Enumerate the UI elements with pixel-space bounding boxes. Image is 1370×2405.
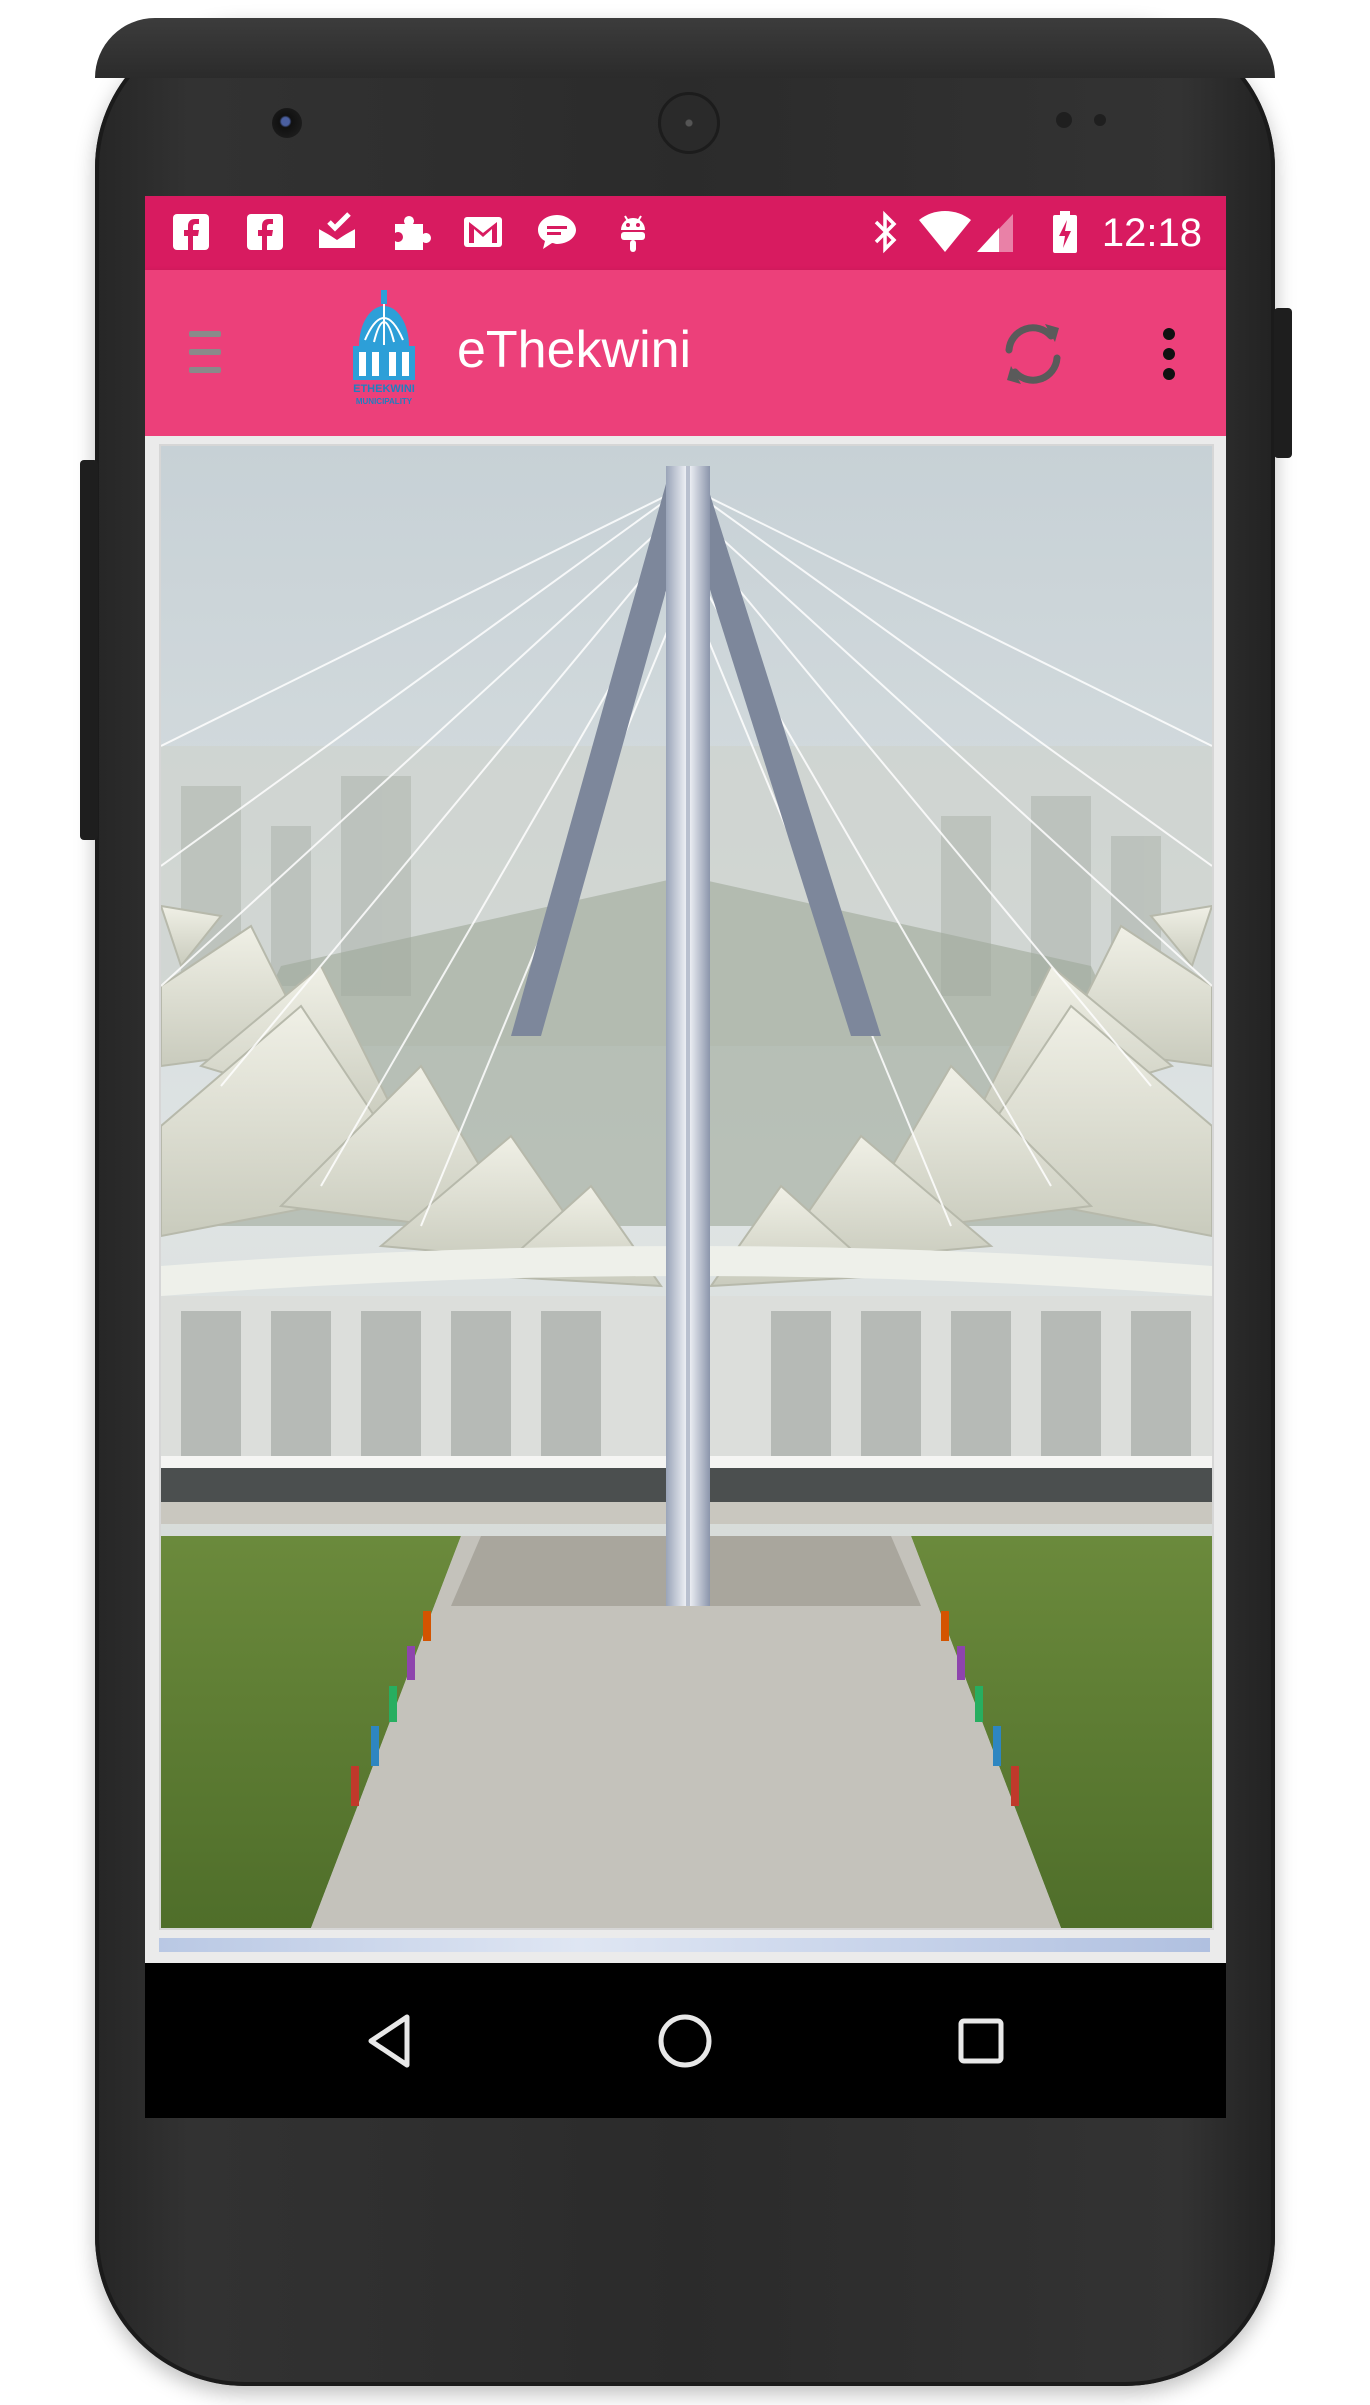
proximity-sensor — [1056, 112, 1072, 128]
content-area — [145, 436, 1226, 1963]
recents-icon[interactable] — [949, 2009, 1013, 2073]
svg-text:ETHEKWINI: ETHEKWINI — [353, 383, 415, 395]
chat-bubble-icon — [535, 210, 579, 254]
device-screen: 12:18 ETHEKWINI MUNICIPALITY eThekwini — [145, 196, 1226, 2118]
wifi-icon — [915, 210, 975, 254]
bluetooth-icon — [863, 210, 907, 254]
content-divider — [159, 1938, 1210, 1952]
phone-bevel — [95, 18, 1275, 78]
home-icon[interactable] — [653, 2009, 717, 2073]
stadium-image[interactable] — [159, 444, 1214, 1930]
menu-icon[interactable] — [185, 325, 229, 381]
navigation-bar — [145, 1963, 1226, 2118]
facebook-icon — [169, 210, 213, 254]
gmail-icon — [461, 210, 505, 254]
status-bar: 12:18 — [145, 196, 1226, 270]
volume-button — [80, 460, 98, 840]
light-sensor — [1094, 114, 1106, 126]
app-toolbar: ETHEKWINI MUNICIPALITY eThekwini — [145, 270, 1226, 436]
front-camera — [272, 108, 302, 138]
svg-text:MUNICIPALITY: MUNICIPALITY — [356, 397, 413, 406]
inbox-check-icon — [315, 210, 359, 254]
android-icon — [611, 210, 655, 254]
more-vert-icon[interactable] — [1149, 324, 1189, 384]
cell-signal-icon — [973, 210, 1017, 254]
puzzle-icon — [389, 210, 433, 254]
status-time: 12:18 — [1101, 211, 1202, 255]
earpiece-speaker — [658, 92, 720, 154]
back-icon[interactable] — [359, 2009, 423, 2073]
app-title: eThekwini — [457, 321, 692, 379]
facebook-icon — [243, 210, 287, 254]
battery-charging-icon — [1043, 210, 1087, 254]
ethekwini-logo: ETHEKWINI MUNICIPALITY — [339, 290, 429, 408]
power-button — [1274, 308, 1292, 458]
sync-icon[interactable] — [993, 314, 1073, 394]
